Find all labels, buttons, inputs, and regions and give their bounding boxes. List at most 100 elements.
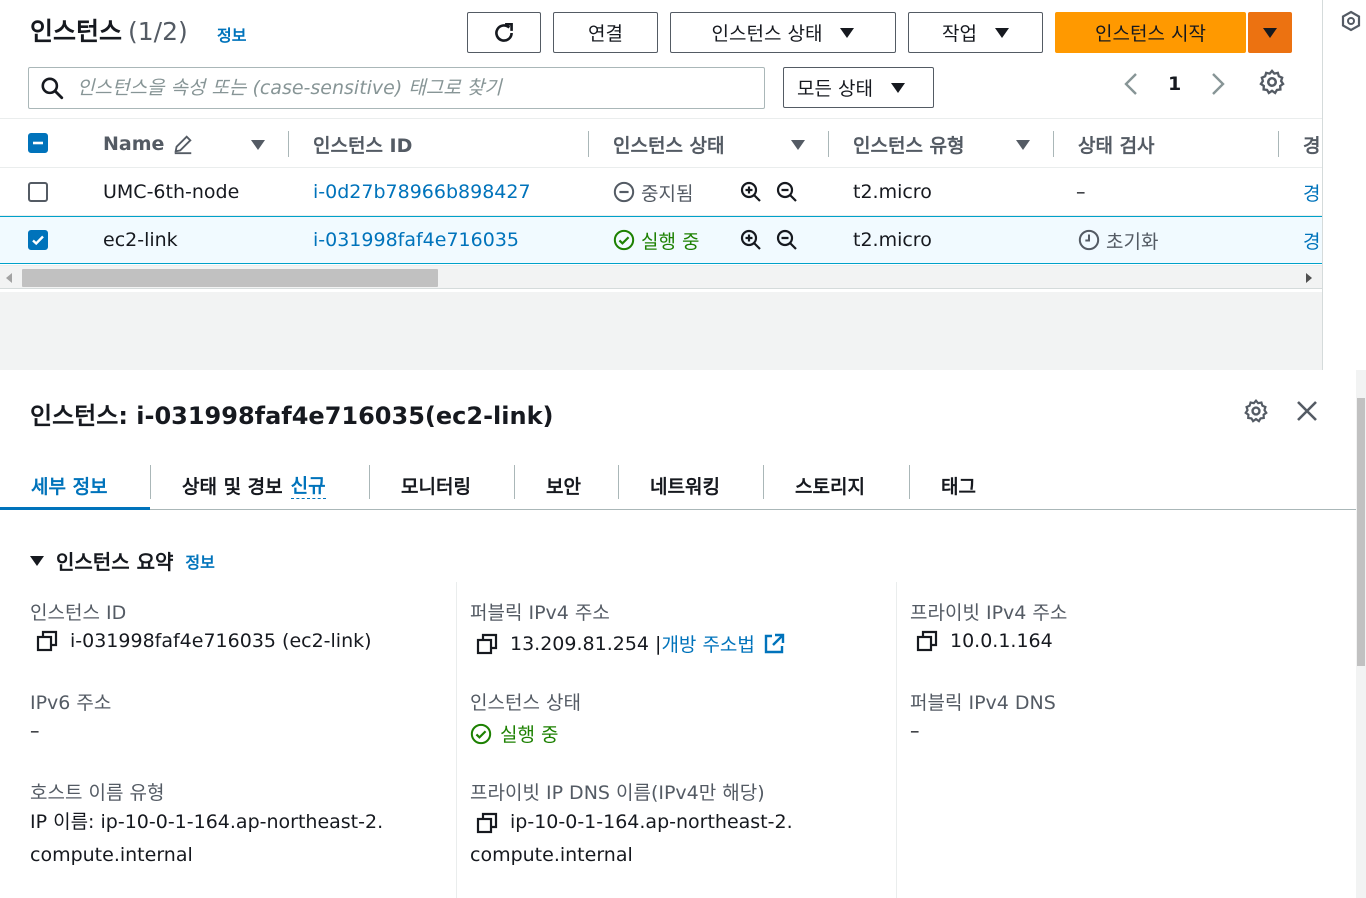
scrollbar-thumb[interactable] [1357,398,1365,666]
alarm-status-link[interactable]: 경 [1303,216,1320,264]
instance-id-link[interactable]: i-031998faf4e716035 [313,216,519,264]
refresh-button[interactable] [467,12,541,53]
tab-status-alarms[interactable]: 상태 및 경보 신규 [182,462,326,508]
scrollbar-thumb[interactable] [22,269,438,287]
table-row[interactable]: UMC-6th-node i-0d27b78966b898427 중지됨 t2.… [0,168,1322,216]
column-header-status-check[interactable]: 상태 검사 [1078,119,1155,169]
zoom-out-icon[interactable] [775,228,799,252]
search-box[interactable] [28,67,765,109]
state-filter-label: 모든 상태 [797,78,873,100]
running-check-icon [470,723,492,744]
search-icon [41,77,64,100]
connect-button[interactable]: 연결 [553,12,658,53]
private-dns-text: ip-10-0-1-164.ap-northeast-2.compute.int… [470,811,793,866]
section-title: 인스턴스 요약 [56,550,174,574]
chevron-right-icon [1212,73,1225,95]
selection-count: (1/2) [128,17,188,46]
horizontal-scrollbar[interactable] [0,265,1322,289]
pagination: 1 [1118,66,1231,102]
scroll-left-icon[interactable] [6,273,12,283]
instance-state-text: 중지됨 [641,182,694,205]
edit-icon [174,135,193,155]
copy-button[interactable] [476,633,498,655]
instance-summary-header[interactable]: 인스턴스 요약 정보 [30,546,215,575]
launch-instance-button[interactable]: 인스턴스 시작 [1055,12,1246,53]
instance-name: ec2-link [103,229,178,251]
instance-id-value: i-031998faf4e716035 (ec2-link) [36,630,372,652]
instance-state-dropdown[interactable]: 인스턴스 상태 [670,12,896,53]
column-header-instance-id[interactable]: 인스턴스 ID [313,119,412,169]
tab-monitoring[interactable]: 모니터링 [401,462,471,508]
tab-monitoring-label: 모니터링 [401,475,471,498]
public-ipv4-label: 퍼블릭 IPv4 주소 [470,602,610,624]
zoom-in-icon[interactable] [739,180,763,204]
new-badge: 신규 [290,471,326,499]
ipv6-label: IPv6 주소 [30,692,112,714]
open-address-link[interactable]: 개방 주소법 [661,630,754,657]
alarm-status-link[interactable]: 경 [1303,168,1320,216]
select-all-checkbox[interactable] [28,133,48,153]
chevron-down-icon [1263,27,1277,38]
page-title-text: 인스턴스 [30,17,123,46]
sort-caret-icon[interactable] [1016,140,1030,150]
column-header-instance-id-label: 인스턴스 ID [313,134,413,157]
instance-state-cell: 중지됨 [613,168,693,216]
gear-icon [1259,69,1285,95]
column-header-alarm-label: 경 [1303,134,1321,157]
instance-id-text: i-031998faf4e716035 (ec2-link) [70,630,372,652]
close-icon [1297,401,1317,421]
column-header-name[interactable]: Name [103,119,194,169]
info-link[interactable]: 정보 [217,22,246,46]
copy-icon [916,630,938,652]
chevron-down-icon [994,27,1009,38]
state-filter-select[interactable]: 모든 상태 [783,67,934,108]
tab-storage-label: 스토리지 [795,475,865,498]
instance-detail-panel: 인스턴스: i-031998faf4e716035(ec2-link) 세부 정… [0,370,1366,898]
public-dns-value: – [910,720,920,742]
detail-preferences-button[interactable] [1243,398,1269,428]
zoom-in-icon[interactable] [739,228,763,252]
public-ipv4-value: 13.209.81.254 | 개방 주소법 [476,630,785,657]
copy-button[interactable] [36,630,58,652]
row-checkbox[interactable] [28,230,48,250]
status-check: – [1076,181,1086,203]
zoom-out-icon[interactable] [775,180,799,204]
row-checkbox[interactable] [28,182,48,202]
next-page-button[interactable] [1205,69,1231,99]
vertical-scrollbar[interactable] [1356,370,1366,898]
column-header-instance-state[interactable]: 인스턴스 상태 [613,119,725,169]
info-link[interactable]: 정보 [185,549,214,573]
sort-caret-icon[interactable] [791,140,805,150]
column-header-instance-type[interactable]: 인스턴스 유형 [853,119,965,169]
launch-instance-dropdown-button[interactable] [1248,12,1292,53]
instance-type: t2.micro [853,181,932,203]
copy-icon [36,630,58,652]
checkmark-icon [32,235,44,246]
tab-security[interactable]: 보안 [546,462,581,508]
hostname-type-value: IP 이름: ip-10-0-1-164.ap-northeast-2.comp… [30,811,384,866]
sort-caret-icon[interactable] [251,140,265,150]
private-dns-label: 프라이빗 IP DNS 이름(IPv4만 해당) [470,782,765,804]
tab-storage[interactable]: 스토리지 [795,462,865,508]
previous-page-button[interactable] [1118,69,1144,99]
tab-networking[interactable]: 네트워킹 [650,462,720,508]
column-header-alarm[interactable]: 경 [1303,119,1320,169]
search-input[interactable] [77,77,737,99]
close-detail-button[interactable] [1296,400,1318,426]
private-ipv4-text: 10.0.1.164 [950,630,1053,652]
scroll-right-icon[interactable] [1306,273,1312,283]
tab-status-alarms-label: 상태 및 경보 [182,475,283,498]
tab-details[interactable]: 세부 정보 [31,462,108,508]
current-page[interactable]: 1 [1168,73,1181,95]
copy-button[interactable] [916,630,938,652]
table-preferences-button[interactable] [1258,68,1286,100]
instance-state-label: 인스턴스 상태 [470,692,581,714]
instance-state-value: 실행 중 [470,720,558,747]
tab-tags[interactable]: 태그 [941,462,976,508]
actions-dropdown[interactable]: 작업 [908,12,1043,53]
table-row[interactable]: ec2-link i-031998faf4e716035 실행 중 t2.mic… [0,216,1322,264]
external-link-icon[interactable] [763,633,785,655]
detail-title: 인스턴스: i-031998faf4e716035(ec2-link) [30,402,554,430]
instance-id-link[interactable]: i-0d27b78966b898427 [313,168,531,216]
hexagon-icon[interactable] [1340,10,1362,34]
